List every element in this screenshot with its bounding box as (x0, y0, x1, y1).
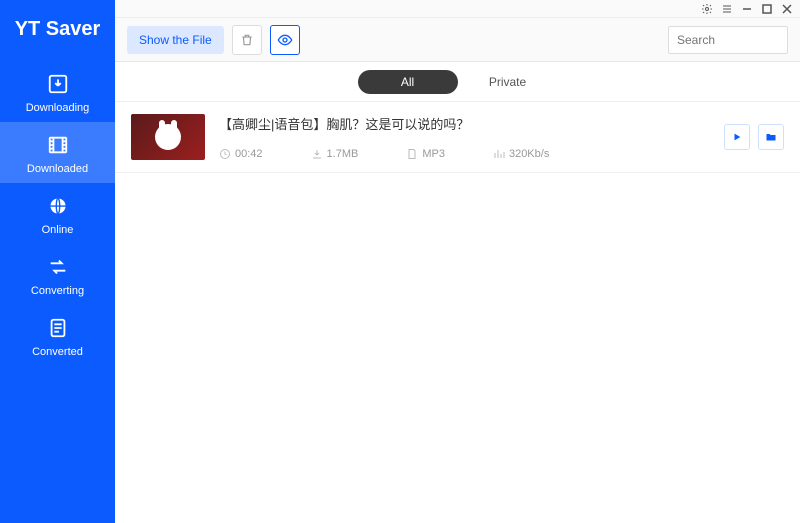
preview-button[interactable] (270, 25, 300, 55)
sidebar-item-label: Converting (31, 285, 84, 297)
menu-icon[interactable] (718, 1, 736, 17)
sidebar-item-label: Converted (32, 346, 83, 358)
minimize-button[interactable] (738, 1, 756, 17)
main-panel: Show the File All Private 【高卿尘|语音包】胸肌？这是… (115, 0, 800, 523)
sidebar-item-downloading[interactable]: Downloading (0, 61, 115, 122)
meta-size: 1.7MB (311, 148, 359, 160)
sidebar-item-label: Online (42, 224, 74, 236)
downloaded-row: 【高卿尘|语音包】胸肌？这是可以说的吗？ 00:42 1.7MB MP3 (115, 102, 800, 173)
download-icon (45, 71, 71, 97)
sidebar-item-label: Downloaded (27, 163, 88, 175)
file-icon (406, 148, 418, 160)
tab-private[interactable]: Private (458, 70, 558, 94)
film-icon (45, 132, 71, 158)
sidebar-item-converted[interactable]: Converted (0, 305, 115, 366)
open-folder-button[interactable] (758, 124, 784, 150)
delete-button[interactable] (232, 25, 262, 55)
toolbar: Show the File (115, 18, 800, 62)
meta-bitrate: 320Kb/s (493, 148, 549, 160)
sidebar: YT Saver Downloading Downloaded Online C… (0, 0, 115, 523)
sidebar-item-label: Downloading (26, 102, 90, 114)
row-meta: 00:42 1.7MB MP3 320Kb/s (219, 148, 710, 160)
bars-icon (493, 148, 505, 160)
convert-icon (45, 254, 71, 280)
row-title: 【高卿尘|语音包】胸肌？这是可以说的吗？ (219, 114, 710, 133)
thumbnail[interactable] (131, 114, 205, 160)
maximize-button[interactable] (758, 1, 776, 17)
meta-format: MP3 (406, 148, 445, 160)
file-check-icon (45, 315, 71, 341)
download-icon (311, 148, 323, 160)
app-logo: YT Saver (15, 0, 101, 61)
close-button[interactable] (778, 1, 796, 17)
content-list: 【高卿尘|语音包】胸肌？这是可以说的吗？ 00:42 1.7MB MP3 (115, 102, 800, 523)
show-file-button[interactable]: Show the File (127, 26, 224, 54)
tabs: All Private (115, 62, 800, 102)
globe-icon (45, 193, 71, 219)
play-button[interactable] (724, 124, 750, 150)
row-body: 【高卿尘|语音包】胸肌？这是可以说的吗？ 00:42 1.7MB MP3 (219, 114, 710, 160)
row-actions (724, 114, 784, 160)
settings-icon[interactable] (698, 1, 716, 17)
tab-all[interactable]: All (358, 70, 458, 94)
sidebar-item-downloaded[interactable]: Downloaded (0, 122, 115, 183)
search-input[interactable] (668, 26, 788, 54)
sidebar-item-online[interactable]: Online (0, 183, 115, 244)
clock-icon (219, 148, 231, 160)
sidebar-item-converting[interactable]: Converting (0, 244, 115, 305)
meta-duration: 00:42 (219, 148, 263, 160)
titlebar (115, 0, 800, 18)
